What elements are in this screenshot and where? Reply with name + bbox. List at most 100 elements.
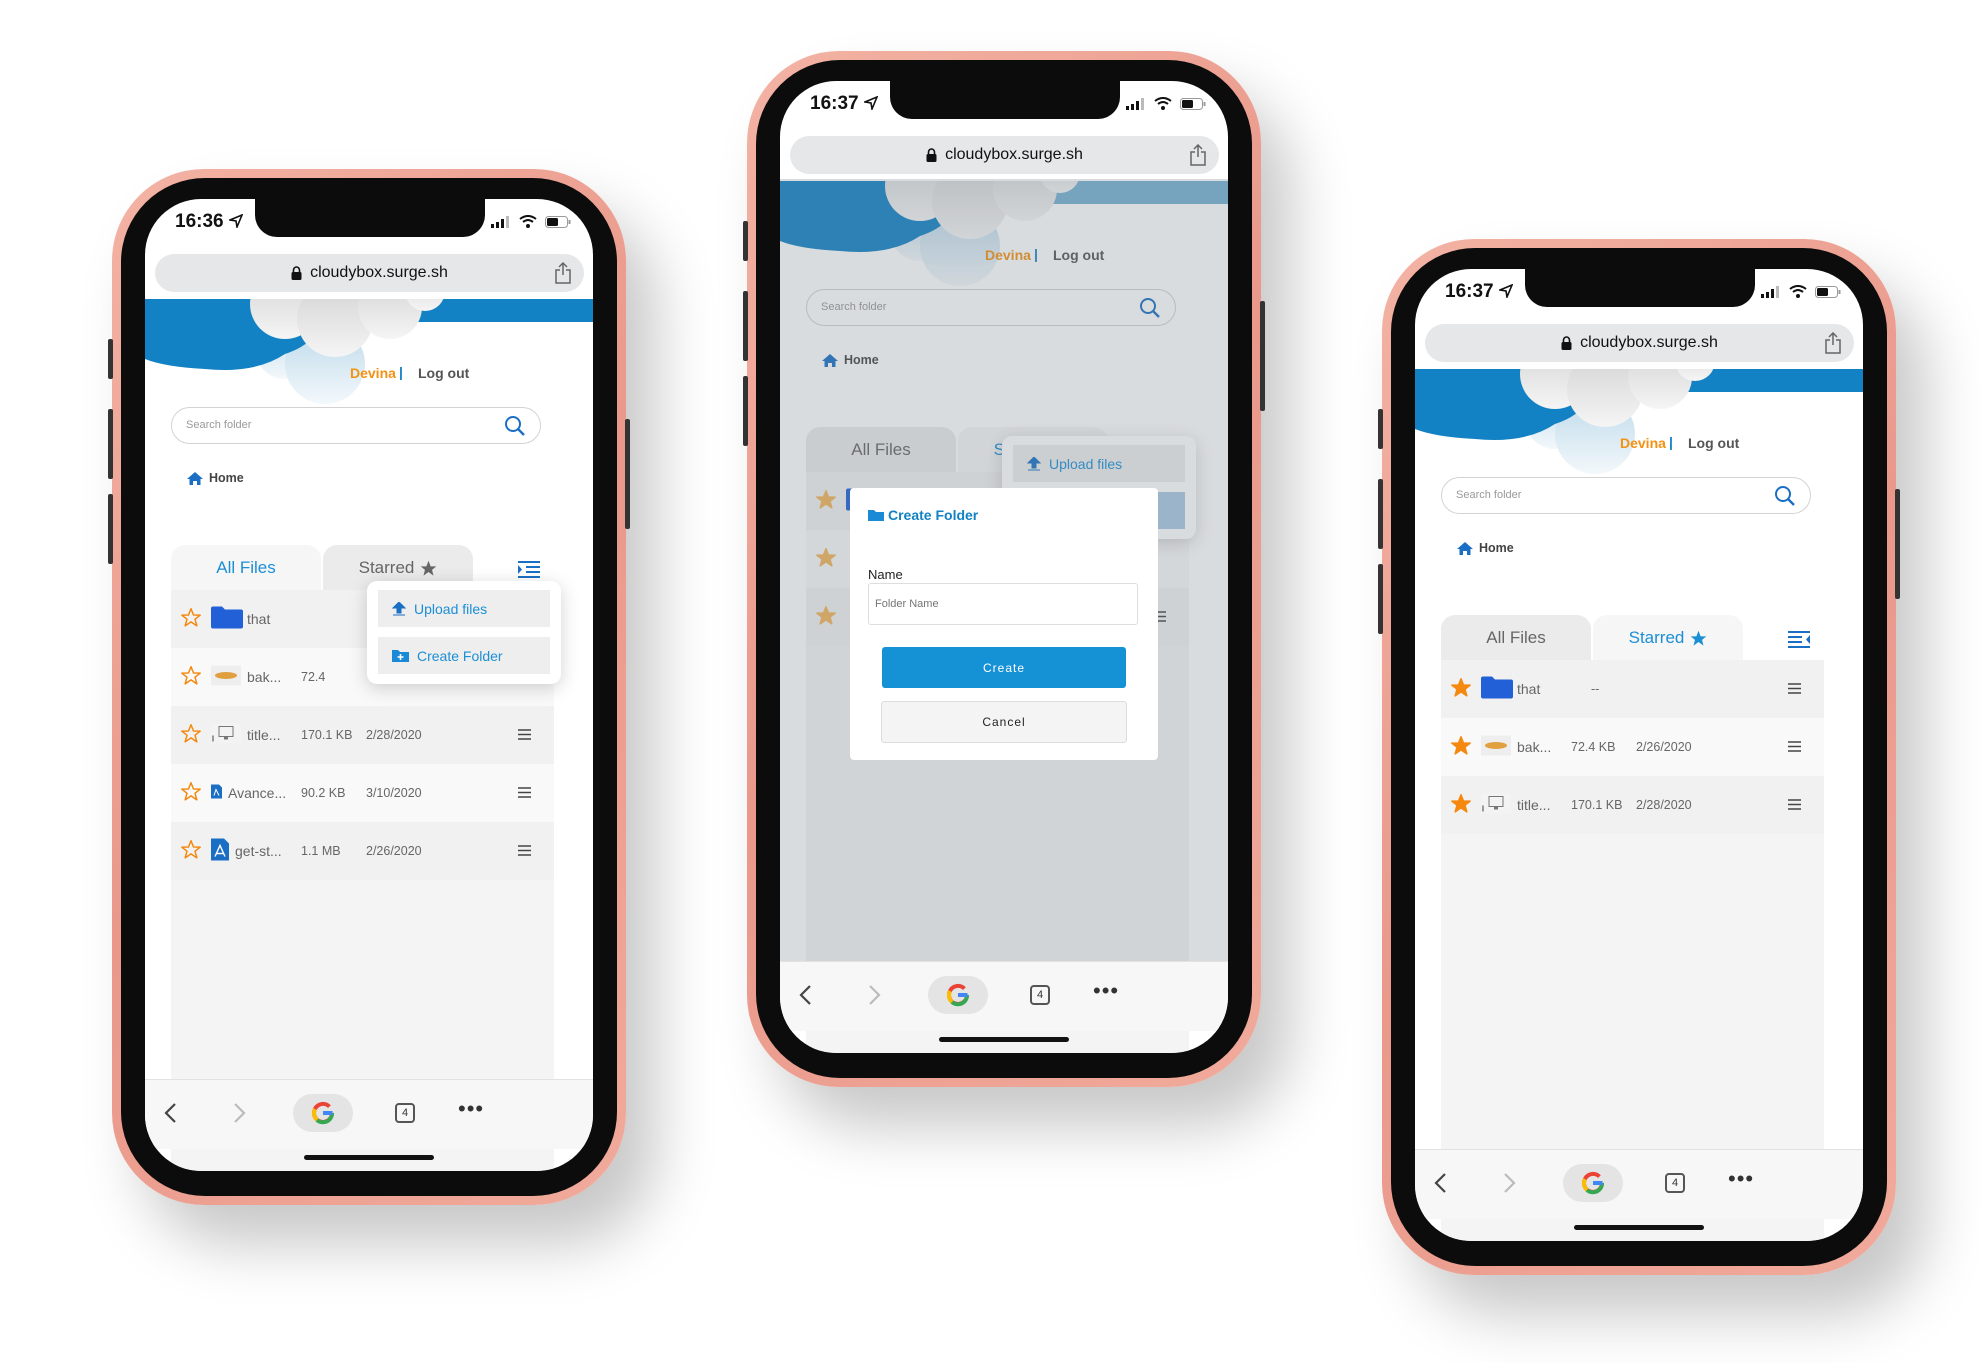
cancel-button[interactable]: Cancel (881, 701, 1127, 743)
search-folder-field[interactable]: Search folder (171, 407, 541, 444)
row-menu-icon[interactable] (1788, 799, 1801, 810)
breadcrumb-home[interactable]: Home (187, 471, 244, 485)
forward-icon[interactable] (1503, 1172, 1517, 1194)
row-menu-icon[interactable] (518, 845, 531, 856)
mute-switch (108, 339, 113, 379)
google-icon (311, 1101, 334, 1125)
file-name[interactable]: bak... (247, 669, 281, 685)
file-row[interactable]: title... 170.1 KB 2/28/2020 (1441, 776, 1824, 834)
address-bar[interactable]: cloudybox.surge.sh (1425, 324, 1854, 362)
logout-link[interactable]: Log out (1688, 435, 1739, 451)
home-icon (187, 471, 203, 485)
search-icon[interactable] (1774, 485, 1796, 507)
file-name[interactable]: Avance... (228, 785, 286, 801)
breadcrumb-home[interactable]: Home (1457, 541, 1514, 555)
google-button[interactable] (1563, 1164, 1623, 1202)
star-outline-icon[interactable] (181, 666, 201, 686)
share-icon[interactable] (1824, 332, 1842, 354)
status-time: 16:37 (1445, 281, 1494, 302)
folder-icon (211, 606, 243, 629)
row-menu-icon[interactable] (1788, 741, 1801, 752)
file-name[interactable]: title... (247, 727, 280, 743)
file-name[interactable]: bak... (1517, 739, 1551, 755)
lock-icon (1561, 336, 1572, 350)
file-row[interactable]: bak... 72.4 KB 2/26/2020 (1441, 718, 1824, 776)
google-button[interactable] (928, 976, 988, 1014)
file-date: 3/10/2020 (366, 786, 422, 800)
file-size: 72.4 (301, 670, 326, 684)
forward-icon[interactable] (868, 984, 882, 1006)
search-icon[interactable] (504, 415, 526, 437)
battery-icon (1180, 97, 1206, 110)
more-menu-icon[interactable]: ••• (1728, 1166, 1754, 1192)
breadcrumb-label: Home (209, 471, 244, 485)
tab-label: Starred (358, 558, 415, 577)
logout-link[interactable]: Log out (418, 365, 469, 381)
address-bar[interactable]: cloudybox.surge.sh (155, 254, 584, 292)
browser-toolbar: 4 ••• (1415, 1149, 1863, 1219)
share-icon[interactable] (1189, 144, 1207, 166)
star-filled-icon[interactable] (1451, 794, 1471, 814)
row-menu-icon[interactable] (518, 729, 531, 740)
power-button (1895, 489, 1900, 599)
folder-name-input[interactable] (868, 583, 1138, 625)
star-outline-icon[interactable] (181, 608, 201, 628)
tabs-count-button[interactable]: 4 (1030, 985, 1050, 1005)
file-date: 2/26/2020 (366, 844, 422, 858)
volume-up-button (108, 409, 113, 479)
lock-icon (291, 266, 302, 280)
sidebar-toggle-icon[interactable] (1788, 631, 1810, 649)
more-menu-icon[interactable]: ••• (458, 1096, 484, 1122)
file-name[interactable]: that (247, 611, 270, 627)
volume-up-button (1378, 479, 1383, 549)
back-icon[interactable] (798, 984, 812, 1006)
sidebar-toggle-icon[interactable] (518, 561, 540, 579)
upload-icon (392, 601, 406, 615)
tabs-count-button[interactable]: 4 (395, 1103, 415, 1123)
search-input[interactable] (1456, 487, 1756, 505)
file-name[interactable]: get-st... (235, 843, 282, 859)
create-button[interactable]: Create (882, 647, 1126, 688)
star-filled-icon[interactable] (1451, 678, 1471, 698)
star-outline-icon[interactable] (181, 724, 201, 744)
image-thumbnail (211, 665, 241, 686)
status-time: 16:37 (810, 93, 859, 114)
username-link[interactable]: Devina (350, 365, 396, 381)
volume-up-button (743, 291, 748, 361)
back-icon[interactable] (1433, 1172, 1447, 1194)
row-menu-icon[interactable] (1788, 683, 1801, 694)
signal-icon (491, 215, 509, 228)
home-indicator (1574, 1225, 1704, 1230)
back-icon[interactable] (163, 1102, 177, 1124)
share-icon[interactable] (554, 262, 572, 284)
star-outline-icon[interactable] (181, 840, 201, 860)
tab-label: All Files (1486, 628, 1546, 647)
address-bar[interactable]: cloudybox.surge.sh (790, 136, 1219, 174)
create-folder-item[interactable]: Create Folder (378, 637, 550, 674)
google-button[interactable] (293, 1094, 353, 1132)
search-input[interactable] (186, 417, 486, 435)
forward-icon[interactable] (233, 1102, 247, 1124)
file-date: 2/26/2020 (1636, 740, 1692, 754)
star-outline-icon[interactable] (181, 782, 201, 802)
url-text: cloudybox.surge.sh (1580, 334, 1718, 351)
google-icon (946, 983, 969, 1007)
more-menu-icon[interactable]: ••• (1093, 978, 1119, 1004)
file-name[interactable]: that (1517, 681, 1540, 697)
file-name[interactable]: title... (1517, 797, 1550, 813)
tabs-count-button[interactable]: 4 (1665, 1173, 1685, 1193)
home-indicator (939, 1037, 1069, 1042)
row-menu-icon[interactable] (518, 787, 531, 798)
upload-files-item[interactable]: Upload files (378, 590, 550, 627)
tab-starred[interactable]: Starred (1593, 615, 1743, 661)
tab-all-files[interactable]: All Files (171, 545, 321, 591)
search-folder-field[interactable]: Search folder (1441, 477, 1811, 514)
google-icon (1581, 1171, 1604, 1195)
username-link[interactable]: Devina (1620, 435, 1666, 451)
file-row[interactable]: get-st... 1.1 MB 2/26/2020 (171, 822, 554, 880)
file-row[interactable]: Avance... 90.2 KB 3/10/2020 (171, 764, 554, 822)
tab-all-files[interactable]: All Files (1441, 615, 1591, 661)
file-row[interactable]: that -- (1441, 660, 1824, 718)
file-row[interactable]: title... 170.1 KB 2/28/2020 (171, 706, 554, 764)
star-filled-icon[interactable] (1451, 736, 1471, 756)
